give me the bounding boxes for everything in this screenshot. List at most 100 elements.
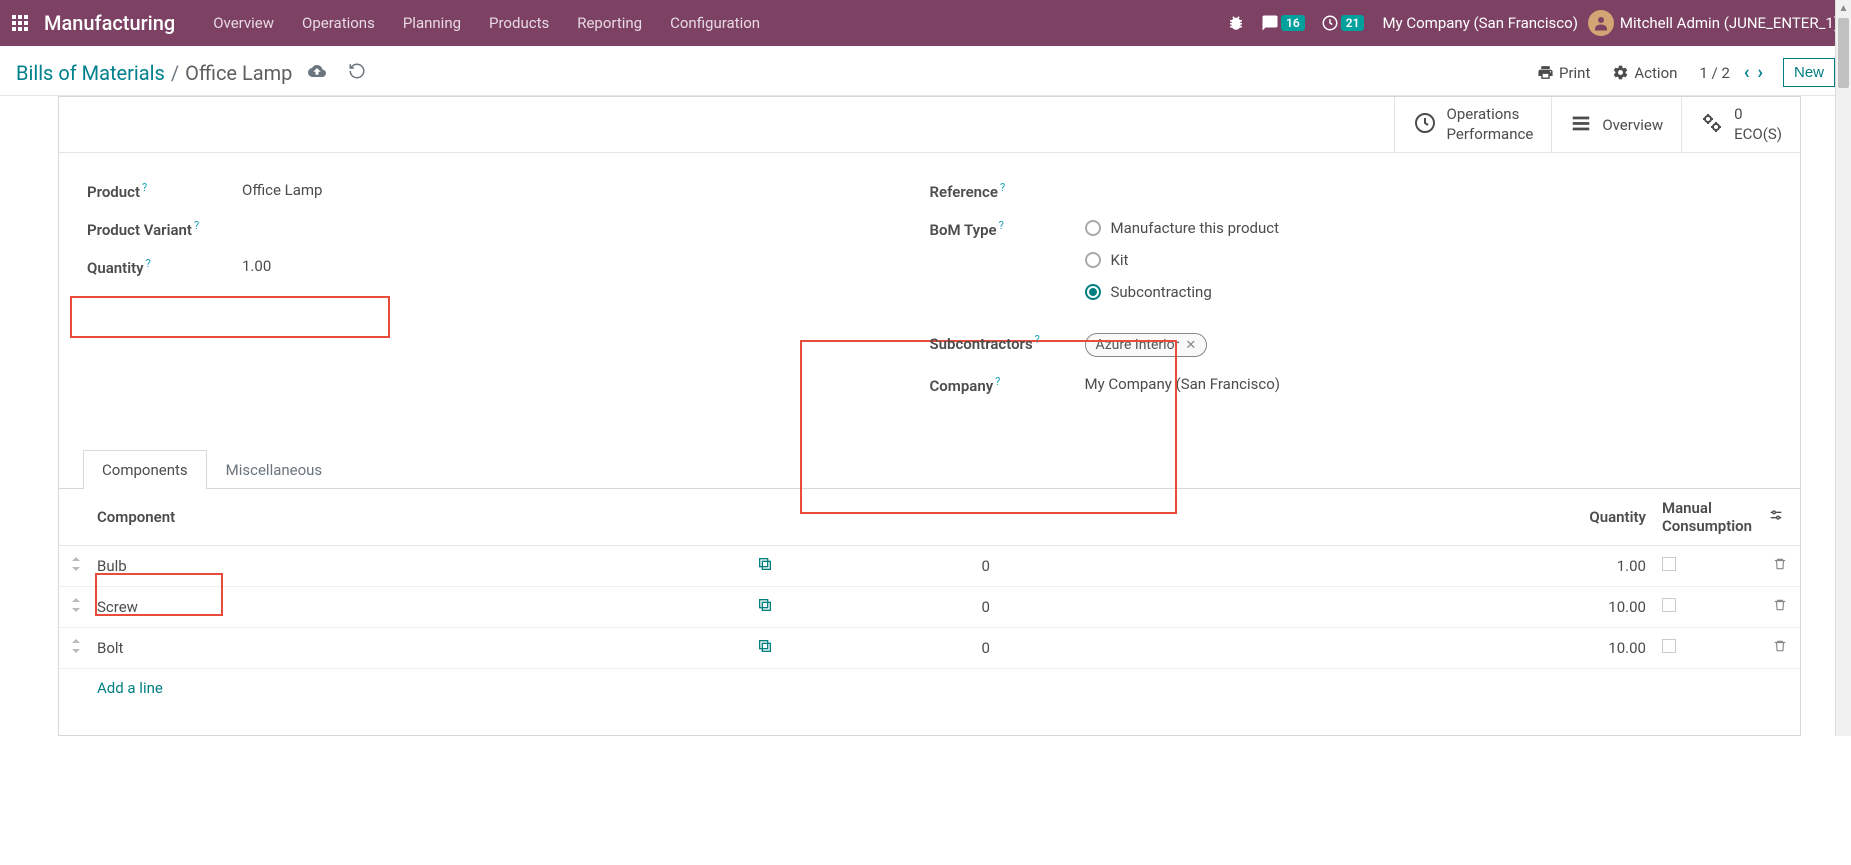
user-menu[interactable]: Mitchell Admin (JUNE_ENTER_1) [1588,10,1843,36]
variant-label: Product Variant [87,221,192,239]
scrollbar[interactable]: ▲ [1835,0,1851,736]
tab-miscellaneous[interactable]: Miscellaneous [207,450,342,489]
field-product: Product? Office Lamp [87,181,930,201]
radio-manufacture[interactable]: Manufacture this product [1085,219,1280,237]
quantity-value[interactable]: 10.00 [1145,587,1654,628]
tag-remove-icon[interactable]: ✕ [1185,338,1196,353]
field-company: Company? My Company (San Francisco) [930,375,1773,395]
menu-planning[interactable]: Planning [389,14,475,32]
print-label: Print [1559,64,1590,82]
field-reference: Reference? [930,181,1773,201]
product-value[interactable]: Office Lamp [242,181,322,199]
breadcrumb-current: Office Lamp [185,61,292,85]
stat-overview-label: Overview [1602,116,1663,134]
th-quantity[interactable]: Quantity [1145,489,1654,546]
drag-handle-icon[interactable] [59,546,89,587]
help-icon[interactable]: ? [146,257,151,270]
add-line-link[interactable]: Add a line [59,669,1800,707]
table-row[interactable]: Bolt 010.00 [59,628,1800,669]
forecast-icon[interactable] [749,628,973,669]
menu-products[interactable]: Products [475,14,563,32]
scrollbar-up[interactable]: ▲ [1836,0,1851,16]
alt-value: 0 [974,628,1145,669]
delete-row-icon[interactable] [1760,628,1800,669]
subcontractors-label: Subcontractors [930,335,1033,353]
pager-prev[interactable]: ‹ [1740,62,1754,83]
breadcrumb-root[interactable]: Bills of Materials [16,61,165,85]
components-table: Component Quantity Manual Consumption Bu… [59,489,1800,669]
table-row[interactable]: Screw010.00 [59,587,1800,628]
new-button[interactable]: New [1783,58,1835,87]
radio-subcontracting-label: Subcontracting [1111,283,1212,301]
radio-subcontracting[interactable]: Subcontracting [1085,283,1280,301]
bars-icon [1570,112,1592,138]
help-icon[interactable]: ? [142,181,147,194]
th-manual-consumption[interactable]: Manual Consumption [1654,489,1760,546]
pager: 1 / 2 ‹ › [1699,62,1767,83]
tab-components[interactable]: Components [83,450,207,489]
app-brand[interactable]: Manufacturing [44,11,175,35]
product-label: Product [87,183,140,201]
stat-button-row: Operations Performance Overview 0 ECO(S) [59,97,1800,153]
highlight-components-tab [95,573,223,616]
company-label: Company [930,377,994,395]
messages-icon[interactable]: 16 [1253,14,1313,32]
highlight-bom-type [800,340,1177,514]
action-button[interactable]: Action [1612,64,1677,82]
manual-checkbox[interactable] [1662,598,1676,612]
action-label: Action [1634,64,1677,82]
radio-kit-label: Kit [1111,251,1129,269]
delete-row-icon[interactable] [1760,546,1800,587]
manual-checkbox[interactable] [1662,639,1676,653]
top-navbar: Manufacturing Overview Operations Planni… [0,0,1851,46]
delete-row-icon[interactable] [1760,587,1800,628]
save-cloud-icon[interactable] [308,62,326,84]
menu-configuration[interactable]: Configuration [656,14,774,32]
apps-icon[interactable] [8,11,32,35]
messages-badge: 16 [1281,15,1305,31]
forecast-icon[interactable] [749,587,973,628]
menu-operations[interactable]: Operations [288,14,389,32]
th-options-icon[interactable] [1760,489,1800,546]
breadcrumb: Bills of Materials / Office Lamp [16,61,292,85]
debug-icon[interactable] [1219,14,1253,32]
help-icon[interactable]: ? [999,219,1004,232]
pager-next[interactable]: › [1754,62,1767,83]
radio-kit[interactable]: Kit [1085,251,1280,269]
stat-ops-line2: Performance [1447,125,1534,145]
activities-icon[interactable]: 21 [1313,14,1373,32]
bom-type-label: BoM Type [930,221,997,239]
drag-handle-icon[interactable] [59,587,89,628]
manual-checkbox[interactable] [1662,557,1676,571]
avatar [1588,10,1614,36]
help-icon[interactable]: ? [1000,181,1005,194]
quantity-value[interactable]: 10.00 [1145,628,1654,669]
alt-value: 0 [974,587,1145,628]
stat-operations[interactable]: Operations Performance [1394,97,1552,152]
stat-overview[interactable]: Overview [1551,97,1681,152]
stat-eco[interactable]: 0 ECO(S) [1681,97,1800,152]
component-name[interactable]: Bolt [89,628,749,669]
table-row[interactable]: Bulb01.00 [59,546,1800,587]
gears-icon [1700,111,1724,139]
drag-handle-icon[interactable] [59,628,89,669]
activities-badge: 21 [1341,15,1365,31]
quantity-value[interactable]: 1.00 [242,257,271,275]
discard-icon[interactable] [348,62,366,84]
stat-eco-count: 0 [1734,105,1742,123]
help-icon[interactable]: ? [995,375,1000,388]
reference-label: Reference [930,183,998,201]
radio-manufacture-label: Manufacture this product [1111,219,1280,237]
forecast-icon[interactable] [749,546,973,587]
company-selector[interactable]: My Company (San Francisco) [1372,14,1587,32]
pager-text[interactable]: 1 / 2 [1699,64,1730,82]
quantity-value[interactable]: 1.00 [1145,546,1654,587]
help-icon[interactable]: ? [194,219,199,232]
th-component[interactable]: Component [89,489,749,546]
help-icon[interactable]: ? [1035,333,1040,346]
scrollbar-thumb[interactable] [1838,18,1849,88]
menu-overview[interactable]: Overview [199,14,288,32]
quantity-label: Quantity [87,259,144,277]
print-button[interactable]: Print [1537,64,1590,82]
menu-reporting[interactable]: Reporting [563,14,656,32]
